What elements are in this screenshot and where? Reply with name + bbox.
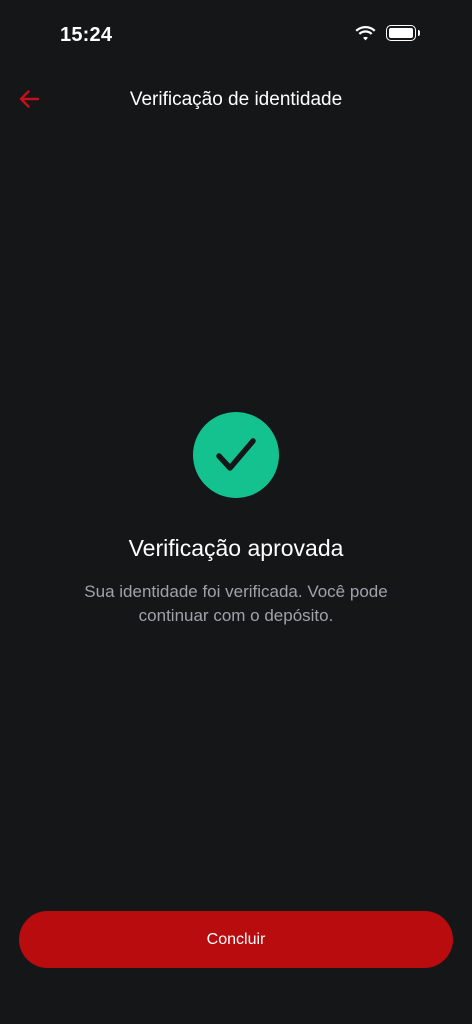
wifi-icon [355,25,376,41]
result-message: Sua identidade foi verificada. Você pode… [84,582,388,625]
conclude-button[interactable]: Concluir [19,911,453,968]
status-icons [355,25,420,41]
status-bar: 15:24 [0,0,472,70]
verification-success-screen: 15:24 Verificação de identidade Verifica… [0,0,472,1024]
battery-icon [386,25,420,41]
status-time: 15:24 [60,24,113,46]
check-circle-icon [193,412,279,498]
result-title: Verificação aprovada [128,535,344,561]
page-title: Verificação de identidade [129,89,343,110]
navigation-header: Verificação de identidade [0,78,472,122]
